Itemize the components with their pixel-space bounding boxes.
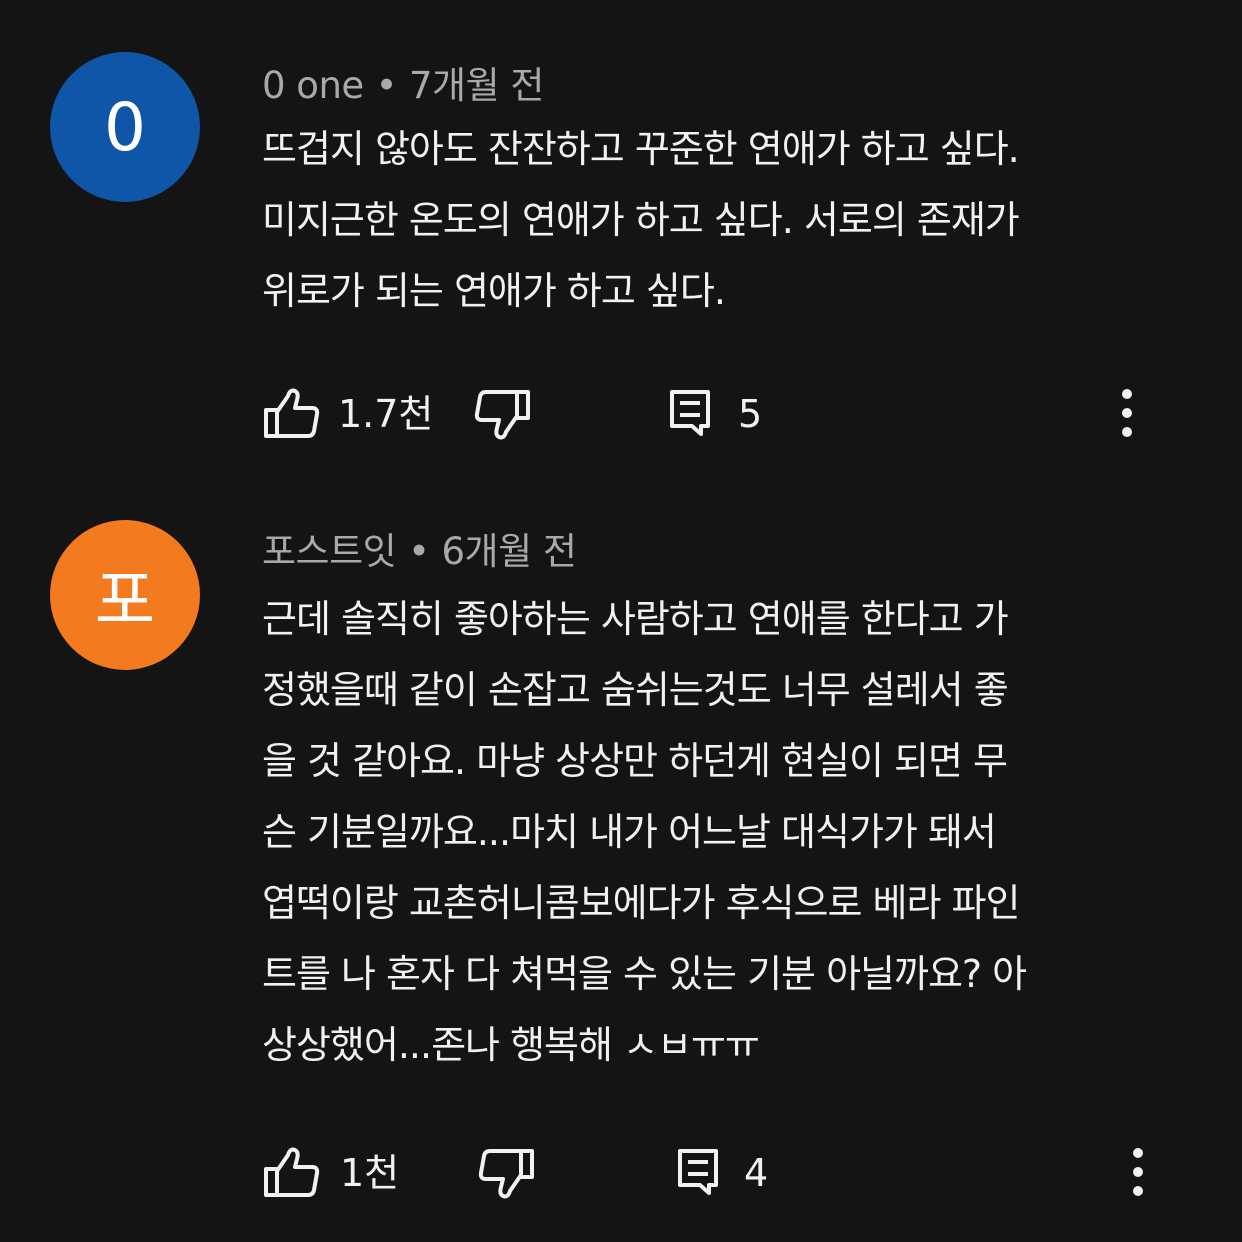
reply-button[interactable] [668,384,728,444]
avatar[interactable]: 0 [50,52,200,202]
author-name[interactable]: 0 one [262,64,364,107]
thumbs-down-icon [478,1149,534,1199]
reply-icon [670,390,710,436]
reply-button[interactable] [676,1143,736,1203]
avatar-letter: 0 [104,88,146,166]
like-count: 1천 [340,1151,400,1195]
dislike-button[interactable] [476,1143,536,1203]
dislike-button[interactable] [472,384,532,444]
comment-actions: 1.7천 5 [0,384,1242,444]
comment-time[interactable]: 6개월 전 [442,530,577,573]
author-name[interactable]: 포스트잇 [262,530,397,573]
reply-count: 5 [738,392,763,436]
avatar[interactable]: 포 [50,520,200,670]
meta-separator: • [375,64,398,107]
comment-meta: 0 one • 7개월 전 [262,55,544,109]
avatar-letter: 포 [94,562,156,639]
thumbs-up-icon [264,388,320,438]
more-button[interactable] [1117,384,1137,444]
meta-separator: • [408,530,430,573]
like-count: 1.7천 [338,392,434,436]
more-button[interactable] [1128,1143,1148,1203]
more-vertical-icon [1122,389,1132,437]
reply-count: 4 [744,1151,769,1195]
thumbs-down-icon [474,390,530,440]
comment-text: 근데 솔직히 좋아하는 사람하고 연애를 한다고 가 정했을때 같이 손잡고 숨… [262,597,1027,1067]
like-button[interactable] [262,1143,322,1203]
comment-time[interactable]: 7개월 전 [409,64,544,107]
comment-text: 뜨겁지 않아도 잔잔하고 꾸준한 연애가 하고 싶다. 미지근한 온도의 연애가… [262,127,1020,313]
more-vertical-icon [1133,1148,1143,1196]
comment-meta: 포스트잇 • 6개월 전 [262,521,577,575]
like-button[interactable] [262,384,322,444]
thumbs-up-icon [264,1147,320,1197]
comment-actions: 1천 4 [0,1143,1242,1203]
reply-icon [678,1149,718,1195]
